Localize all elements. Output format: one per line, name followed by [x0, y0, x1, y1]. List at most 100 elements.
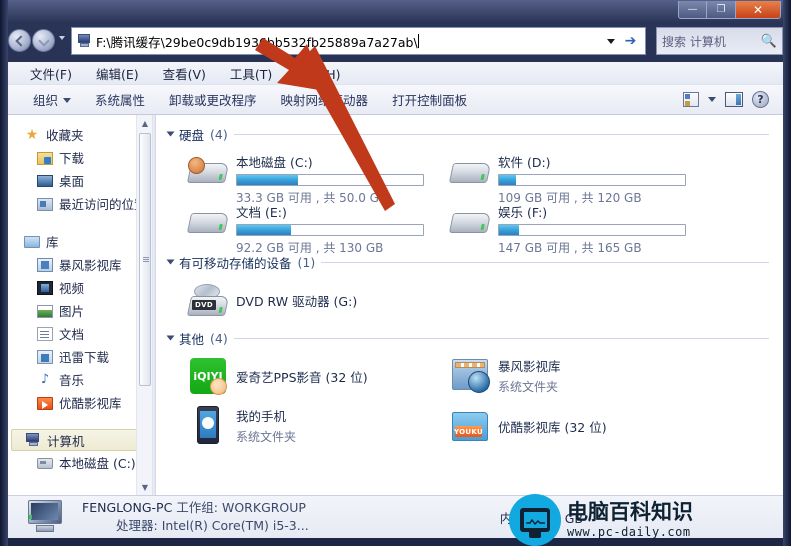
drive-tile-d[interactable]: 软件 (D:) 109 GB 可用 , 共 120 GB [428, 147, 690, 205]
sidebar-item-label: 迅雷下载 [59, 350, 110, 365]
organize-button[interactable]: 组织 [24, 87, 80, 112]
minimize-button[interactable]: — [678, 1, 707, 19]
youku-library-icon [37, 395, 53, 411]
collapse-caret-icon[interactable] [166, 259, 175, 265]
sidebar-item-downloads[interactable]: 下载 [8, 146, 152, 169]
sidebar-item-label: 音乐 [59, 373, 85, 388]
sidebar-item-local-disk-c[interactable]: 本地磁盘 (C:) [8, 451, 152, 474]
menu-item-view[interactable]: 查看(V) [153, 62, 216, 85]
search-placeholder: 搜索 计算机 [662, 34, 726, 49]
go-button[interactable]: ➔ [618, 30, 643, 52]
sidebar-item-xunlei-download[interactable]: 迅雷下载 [8, 345, 152, 368]
system-properties-button[interactable]: 系统属性 [86, 87, 154, 112]
watermark: 电脑百科知识 www.pc-daily.com [509, 494, 785, 546]
title-bar[interactable]: — ❐ ✕ [0, 0, 791, 22]
back-button[interactable] [8, 29, 31, 52]
sidebar-item-label: 暴风影视库 [59, 258, 122, 273]
drive-tile-e[interactable]: 文档 (E:) 92.2 GB 可用 , 共 130 GB [166, 197, 428, 255]
app-tile-iqiyi[interactable]: iQIYI 爱奇艺PPS影音 (32 位) [166, 351, 428, 397]
section-header-hard-drives[interactable]: 硬盘 (4) [166, 125, 783, 143]
sidebar-item-label: 视频 [59, 281, 85, 296]
drive-tile-f[interactable]: 娱乐 (F:) 147 GB 可用 , 共 165 GB [428, 197, 690, 255]
item-name: 暴风影视库 [498, 359, 561, 374]
music-icon: ♪ [40, 371, 50, 387]
downloads-icon [37, 150, 53, 166]
sidebar-item-libraries[interactable]: 库 [8, 230, 152, 253]
section-header-removable[interactable]: 有可移动存储的设备 (1) [166, 253, 783, 271]
device-name: DVD RW 驱动器 (G:) [236, 294, 358, 309]
item-name: 优酷影视库 (32 位) [498, 420, 607, 435]
scroll-down-arrow-icon[interactable]: ▼ [137, 479, 152, 495]
collapse-caret-icon[interactable] [166, 335, 175, 341]
system-drive-icon [186, 151, 230, 191]
sidebar-item-label: 收藏夹 [46, 128, 84, 143]
section-header-other[interactable]: 其他 (4) [166, 329, 783, 347]
removable-grid: DVD DVD RW 驱动器 (G:) [166, 275, 783, 321]
sidebar-item-videos[interactable]: 视频 [8, 276, 152, 299]
sidebar-item-recent-places[interactable]: 最近访问的位置 [8, 192, 152, 215]
close-button[interactable]: ✕ [736, 1, 781, 19]
help-icon[interactable]: ? [752, 91, 769, 108]
dvd-badge: DVD [192, 300, 216, 310]
address-chevron-down-icon[interactable] [607, 39, 615, 44]
capacity-bar [498, 174, 686, 186]
watermark-logo-icon [509, 494, 561, 546]
recent-pages-chevron-down-icon[interactable] [59, 36, 65, 40]
drive-name: 文档 (E:) [236, 205, 287, 220]
toolbar-right-icons: ? [683, 91, 783, 108]
address-bar[interactable]: F:\腾讯缓存\29be0c9db1936bb532fb25889a7a27ab… [71, 27, 646, 55]
folder-tile-youku[interactable]: YOUKU 优酷影视库 (32 位) [428, 401, 690, 447]
map-network-drive-button[interactable]: 映射网络驱动器 [272, 87, 378, 112]
nav-group-libraries: 库 暴风影视库 视频 图片 文档 迅雷下载 ♪ 音乐 优酷影视库 [8, 230, 152, 414]
window-frame-right [783, 0, 791, 546]
drive-name: 软件 (D:) [498, 155, 551, 170]
scroll-up-arrow-icon[interactable]: ▲ [137, 115, 152, 131]
sidebar-item-documents[interactable]: 文档 [8, 322, 152, 345]
other-grid: iQIYI 爱奇艺PPS影音 (32 位) 暴风影视库 系统文件夹 我的手机 系… [166, 351, 783, 451]
view-options-icon[interactable] [683, 92, 699, 107]
address-text: F:\腾讯缓存\29be0c9db1936bb532fb25889a7a27ab… [96, 34, 418, 50]
library-icon [24, 234, 40, 250]
sidebar-item-label: 下载 [59, 151, 85, 166]
open-control-panel-button[interactable]: 打开控制面板 [383, 87, 476, 112]
menu-item-edit[interactable]: 编辑(E) [86, 62, 149, 85]
baofeng-library-icon [37, 257, 53, 273]
sidebar-item-label: 库 [46, 235, 59, 250]
navigation-pane-scrollbar[interactable]: ▲ ▼ [136, 115, 152, 495]
computer-name: FENGLONG-PC [82, 499, 173, 515]
uninstall-change-program-button[interactable]: 卸载或更改程序 [160, 87, 266, 112]
sidebar-item-baofeng-library[interactable]: 暴风影视库 [8, 253, 152, 276]
command-toolbar: 组织 系统属性 卸载或更改程序 映射网络驱动器 打开控制面板 ? [8, 85, 783, 115]
hard-drives-grid: 本地磁盘 (C:) 33.3 GB 可用 , 共 50.0 GB 软件 (D:)… [166, 147, 783, 255]
forward-button[interactable] [32, 29, 55, 52]
address-row: F:\腾讯缓存\29be0c9db1936bb532fb25889a7a27ab… [8, 27, 783, 57]
maximize-button[interactable]: ❐ [707, 1, 736, 19]
search-icon[interactable]: 🔍 [761, 34, 777, 49]
folder-tile-baofeng[interactable]: 暴风影视库 系统文件夹 [428, 351, 690, 401]
navigation-pane: ★ 收藏夹 下载 桌面 最近访问的位置 库 暴风影视库 视频 图片 文档 迅雷下… [8, 115, 152, 495]
collapse-caret-icon[interactable] [166, 131, 175, 137]
sidebar-item-favorites[interactable]: ★ 收藏夹 [8, 123, 152, 146]
capacity-bar [236, 174, 424, 186]
videos-icon [37, 280, 53, 296]
computer-icon [25, 432, 41, 448]
sidebar-item-pictures[interactable]: 图片 [8, 299, 152, 322]
sidebar-item-desktop[interactable]: 桌面 [8, 169, 152, 192]
preview-pane-icon[interactable] [725, 92, 743, 107]
chevron-down-icon[interactable] [708, 97, 716, 102]
drive-tile-c[interactable]: 本地磁盘 (C:) 33.3 GB 可用 , 共 50.0 GB [166, 147, 428, 205]
item-subtitle: 系统文件夹 [236, 430, 297, 444]
menu-item-help[interactable]: 帮助(H) [286, 62, 350, 85]
folder-tile-my-phone[interactable]: 我的手机 系统文件夹 [166, 401, 428, 451]
sidebar-item-computer[interactable]: 计算机 [11, 429, 149, 451]
sidebar-item-music[interactable]: ♪ 音乐 [8, 368, 152, 391]
recent-places-icon [37, 196, 53, 212]
search-input[interactable]: 搜索 计算机 🔍 [656, 27, 783, 55]
menu-item-file[interactable]: 文件(F) [20, 62, 82, 85]
menu-bar: 文件(F) 编辑(E) 查看(V) 工具(T) 帮助(H) [8, 62, 783, 85]
sidebar-item-youku-library[interactable]: 优酷影视库 [8, 391, 152, 414]
menu-item-tools[interactable]: 工具(T) [220, 62, 282, 85]
scrollbar-thumb[interactable] [139, 133, 151, 386]
dvd-drive-tile[interactable]: DVD DVD RW 驱动器 (G:) [166, 275, 428, 321]
